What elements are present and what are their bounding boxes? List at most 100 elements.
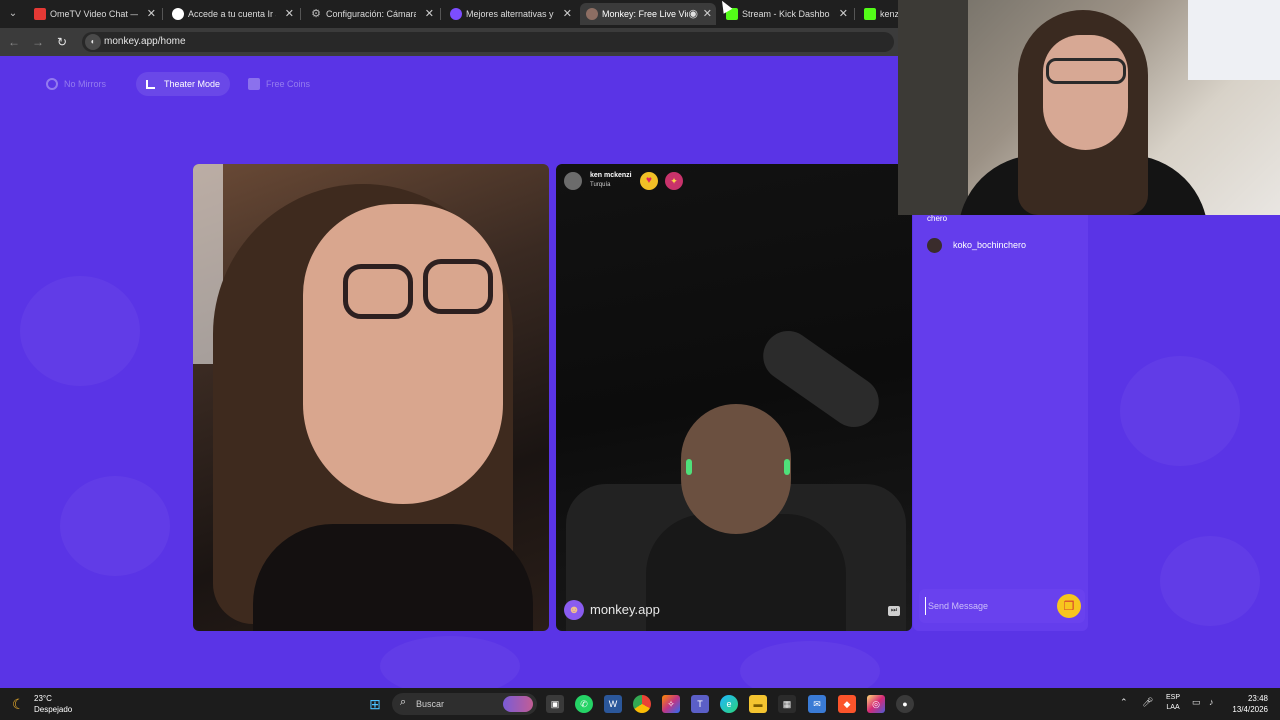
background-pattern (60, 476, 170, 576)
task-view-icon[interactable]: ▣ (546, 695, 564, 713)
background-pattern (740, 641, 880, 688)
peer-country: Turquía (590, 182, 611, 188)
message-composer: ❒ (919, 589, 1085, 623)
windows-start-icon[interactable]: ⊞ (366, 695, 384, 713)
room-shelf (898, 0, 968, 215)
background-pattern (20, 276, 140, 386)
glasses-lens (423, 259, 493, 314)
weather-temperature[interactable]: 23°C (34, 694, 52, 703)
expand-icon (146, 80, 155, 89)
gift-icon[interactable]: ✦ (665, 172, 683, 190)
chat-message-truncated: chero (927, 214, 948, 223)
site-info-icon[interactable]: ◐ (85, 34, 101, 50)
file-explorer-icon[interactable]: ▬ (749, 695, 767, 713)
streamer-glasses (1046, 58, 1126, 84)
glasses-lens (343, 264, 413, 319)
tab-kick-dashboard[interactable]: Stream - Kick Dashboard ✕ (720, 3, 852, 25)
brave-icon[interactable]: ◆ (838, 695, 856, 713)
streamer-face (1043, 35, 1128, 150)
tab-label: kenzi (880, 9, 898, 19)
address-bar[interactable]: ◐ monkey.app/home (82, 32, 894, 52)
room-window (1188, 0, 1280, 80)
chat-username: koko_bochinchero (953, 240, 1027, 250)
microsoft-store-icon[interactable]: ▦ (778, 695, 796, 713)
browser-toolbar: ← → ↻ ◐ monkey.app/home (0, 28, 900, 56)
tab-ometv[interactable]: OmeTV Video Chat — Or ✕ (28, 3, 160, 25)
heart-icon[interactable]: ♥ (640, 172, 658, 190)
tab-settings-camera[interactable]: ⚙ Configuración: Cámara ✕ (304, 3, 438, 25)
skip-icon[interactable]: ⏭ (888, 606, 900, 616)
close-tab-icon[interactable]: ✕ (563, 3, 572, 25)
microphone-icon[interactable]: 🎤︎ (1142, 697, 1153, 708)
word-icon[interactable]: W (604, 695, 622, 713)
tab-alternatives[interactable]: Mejores alternativas y con ✕ (444, 3, 576, 25)
tab-google-account[interactable]: Accede a tu cuenta Ir a th ✕ (166, 3, 298, 25)
tab-separator (854, 8, 855, 20)
free-coins-button[interactable]: Free Coins (238, 72, 320, 96)
tab-kick-channel[interactable]: kenzi (858, 3, 898, 25)
recording-indicator-icon: ◉ (688, 8, 698, 20)
chat-panel: chero koko_bochinchero (913, 214, 1088, 631)
mirror-icon (46, 78, 58, 90)
headphone-light (686, 459, 692, 475)
free-coins-label: Free Coins (266, 79, 311, 89)
person-head (681, 404, 791, 534)
close-tab-icon[interactable]: ✕ (703, 3, 712, 25)
reload-icon[interactable]: ↻ (54, 34, 70, 50)
webcam-overlay (898, 0, 1280, 215)
language-indicator[interactable]: ESP LAA (1166, 693, 1180, 713)
send-message-input[interactable] (925, 597, 1045, 615)
tab-label: Monkey: Free Live Vid (602, 9, 688, 19)
volume-icon[interactable]: ♪ (1209, 697, 1214, 707)
close-tab-icon[interactable]: ✕ (147, 3, 156, 25)
chrome-icon[interactable] (633, 695, 651, 713)
tab-monkey[interactable]: Monkey: Free Live Vid ◉ ✕ (580, 3, 716, 25)
forward-arrow-icon[interactable]: → (30, 34, 46, 50)
tab-label: Configuración: Cámara (326, 9, 416, 19)
background-pattern (380, 636, 520, 688)
tab-separator (162, 8, 163, 20)
tab-label: OmeTV Video Chat — Or (50, 9, 138, 19)
windows-taskbar: ☾ 23°C Despejado ⊞ ⌕ Buscar ▣ ✆ W ✧ T e … (0, 688, 1280, 720)
gift-button[interactable]: ❒ (1057, 594, 1081, 618)
whatsapp-icon[interactable]: ✆ (575, 695, 593, 713)
close-tab-icon[interactable]: ✕ (425, 3, 434, 25)
google-favicon-icon (172, 8, 184, 20)
copilot-icon[interactable]: ✧ (662, 695, 680, 713)
show-hidden-icons-icon[interactable]: ⌃ (1120, 697, 1128, 708)
theater-mode-button[interactable]: Theater Mode (136, 72, 230, 96)
instagram-icon[interactable]: ◎ (867, 695, 885, 713)
clock[interactable]: 23:48 13/4/2026 (1226, 693, 1268, 715)
coins-icon (248, 78, 260, 90)
close-tab-icon[interactable]: ✕ (285, 3, 294, 25)
kick-favicon-icon (864, 8, 876, 20)
moon-weather-icon[interactable]: ☾ (12, 696, 28, 712)
monitor-icon[interactable]: ▭ (1192, 697, 1201, 708)
outlook-icon[interactable]: ✉ (808, 695, 826, 713)
tab-search-dropdown-icon[interactable]: ⌄ (5, 6, 21, 22)
tab-label: Mejores alternativas y con (466, 9, 554, 19)
edge-icon[interactable]: e (720, 695, 738, 713)
search-highlight-icon (503, 696, 533, 712)
background-pattern (1120, 356, 1240, 466)
gift-box-icon: ❒ (1063, 599, 1075, 613)
obs-icon[interactable]: ● (896, 695, 914, 713)
gear-icon: ⚙ (311, 8, 321, 20)
close-tab-icon[interactable]: ✕ (839, 3, 848, 25)
headphone-light (784, 459, 790, 475)
keyboard-layout: LAA (1166, 704, 1180, 711)
tab-separator (440, 8, 441, 20)
user-avatar[interactable] (927, 238, 942, 253)
address-url[interactable]: monkey.app/home (104, 32, 186, 52)
peer-avatar[interactable] (564, 172, 582, 190)
person-shirt (253, 524, 533, 631)
time: 23:48 (1247, 694, 1268, 703)
taskbar-search[interactable]: ⌕ Buscar (392, 693, 537, 715)
back-arrow-icon[interactable]: ← (6, 34, 22, 50)
date: 13/4/2026 (1232, 705, 1268, 714)
teams-icon[interactable]: T (691, 695, 709, 713)
monkey-favicon-icon (586, 8, 598, 20)
watermark-text: monkey.app (590, 602, 660, 617)
weather-description[interactable]: Despejado (34, 705, 72, 714)
no-mirrors-button[interactable]: No Mirrors (36, 72, 122, 96)
